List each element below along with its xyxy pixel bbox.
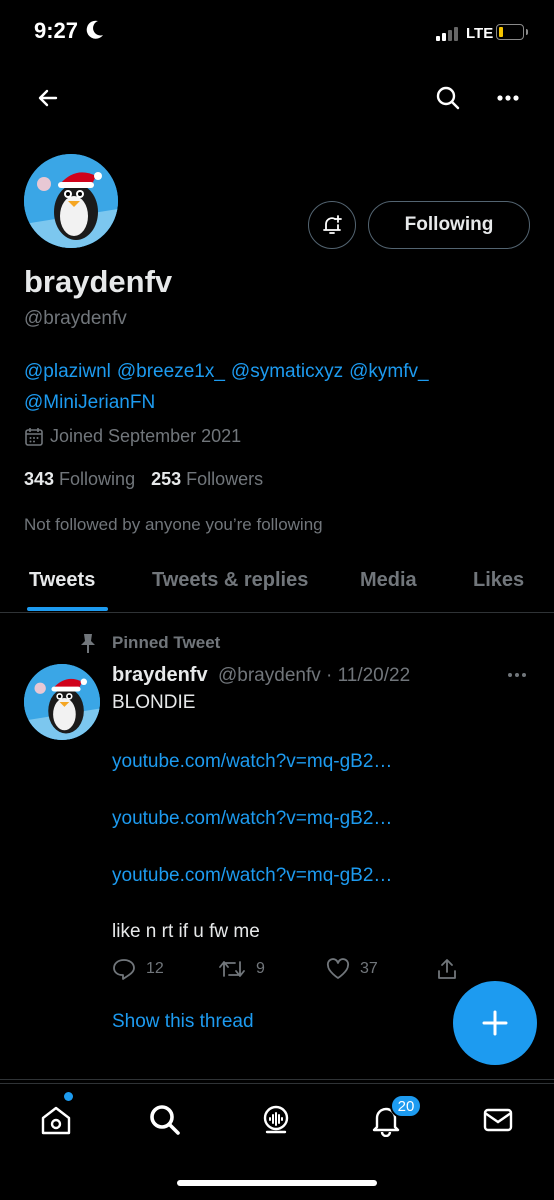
tweet-text-line: like n rt if u fw me bbox=[112, 921, 260, 942]
share-icon bbox=[438, 959, 456, 979]
notifications-subscribe-button[interactable] bbox=[308, 201, 356, 249]
reply-count: 12 bbox=[146, 960, 164, 977]
like-icon bbox=[326, 958, 350, 979]
bio-mention-link[interactable]: @plaziwnl bbox=[24, 361, 111, 382]
home-new-dot bbox=[64, 1092, 73, 1101]
followers-stat[interactable]: 253 Followers bbox=[151, 469, 263, 490]
search-icon[interactable] bbox=[430, 80, 466, 116]
reply-button[interactable]: 12 bbox=[112, 958, 164, 980]
retweet-icon bbox=[219, 961, 245, 977]
signal-icon bbox=[436, 27, 458, 41]
retweet-count: 9 bbox=[256, 960, 265, 977]
compose-tweet-button[interactable] bbox=[453, 981, 537, 1065]
followers-label: Followers bbox=[186, 469, 264, 489]
search-icon bbox=[150, 1105, 180, 1135]
reply-icon bbox=[113, 959, 135, 980]
pinned-label: Pinned Tweet bbox=[112, 633, 221, 652]
tweet-author-name[interactable]: braydenfv bbox=[112, 664, 208, 687]
tab-media[interactable]: Media bbox=[360, 569, 417, 592]
mail-icon bbox=[483, 1108, 513, 1132]
tab-likes[interactable]: Likes bbox=[473, 569, 524, 592]
joined-label: Joined September 2021 bbox=[50, 426, 242, 446]
bio-mention-link[interactable]: @MiniJerianFN bbox=[24, 392, 155, 413]
bio-mention-link[interactable]: @kymfv_ bbox=[349, 361, 428, 382]
back-arrow-icon[interactable] bbox=[30, 80, 66, 116]
retweet-button[interactable]: 9 bbox=[218, 958, 265, 980]
battery-icon bbox=[496, 24, 528, 40]
nav-home[interactable] bbox=[36, 1100, 76, 1140]
more-icon[interactable] bbox=[490, 80, 526, 116]
following-button[interactable]: Following bbox=[368, 201, 530, 249]
tweet-more-icon[interactable] bbox=[502, 664, 532, 686]
share-button[interactable] bbox=[436, 958, 458, 980]
bio-mention-link[interactable]: @breeze1x_ bbox=[117, 361, 225, 382]
calendar-icon bbox=[25, 427, 43, 446]
status-time: 9:27 bbox=[34, 18, 79, 43]
tweet-link[interactable]: youtube.com/watch?v=mq-gB2… bbox=[112, 751, 392, 773]
following-label: Following bbox=[59, 469, 136, 489]
home-icon bbox=[41, 1106, 71, 1135]
tweet-meta: @braydenfv · 11/20/22 bbox=[218, 665, 411, 686]
tweet-text-line: BLONDIE bbox=[112, 692, 196, 713]
following-count: 343 bbox=[24, 469, 55, 489]
tweet-link[interactable]: youtube.com/watch?v=mq-gB2… bbox=[112, 865, 392, 887]
bottom-nav-divider bbox=[0, 1083, 554, 1084]
tabs-divider bbox=[0, 612, 554, 613]
follow-stats: 343 Following 253 Followers bbox=[24, 469, 263, 490]
tab-tweets-replies[interactable]: Tweets & replies bbox=[152, 569, 308, 592]
tweet-link[interactable]: youtube.com/watch?v=mq-gB2… bbox=[112, 808, 392, 830]
like-button[interactable]: 37 bbox=[326, 958, 378, 980]
show-thread-link[interactable]: Show this thread bbox=[112, 1011, 254, 1033]
tab-tweets[interactable]: Tweets bbox=[29, 569, 95, 592]
following-stat[interactable]: 343 Following bbox=[24, 469, 135, 490]
profile-bio: @plaziwnl @breeze1x_ @symaticxyz @kymfv_ @Mi… bbox=[24, 356, 524, 418]
network-label: LTE bbox=[466, 25, 494, 42]
followers-count: 253 bbox=[151, 469, 182, 489]
profile-display-name: braydenfv bbox=[24, 264, 173, 299]
nav-spaces[interactable] bbox=[256, 1100, 296, 1140]
tweet-divider bbox=[0, 1079, 554, 1080]
notifications-badge: 20 bbox=[390, 1094, 422, 1118]
profile-handle: @braydenfv bbox=[24, 308, 127, 329]
tweet-author-avatar[interactable] bbox=[24, 664, 100, 740]
pin-icon bbox=[81, 634, 95, 653]
joined-date: Joined September 2021 bbox=[24, 426, 241, 447]
bell-plus-icon bbox=[323, 215, 342, 234]
active-tab-indicator bbox=[27, 607, 108, 611]
like-count: 37 bbox=[360, 960, 378, 977]
moon-icon bbox=[86, 20, 103, 39]
home-indicator bbox=[177, 1180, 377, 1186]
not-followed-note: Not followed by anyone you’re following bbox=[24, 515, 323, 534]
spaces-icon bbox=[263, 1105, 289, 1134]
bio-mention-link[interactable]: @symaticxyz bbox=[231, 361, 343, 382]
nav-search[interactable] bbox=[145, 1100, 185, 1140]
plus-icon bbox=[482, 1010, 508, 1036]
nav-messages[interactable] bbox=[478, 1100, 518, 1140]
profile-avatar[interactable] bbox=[24, 154, 118, 248]
